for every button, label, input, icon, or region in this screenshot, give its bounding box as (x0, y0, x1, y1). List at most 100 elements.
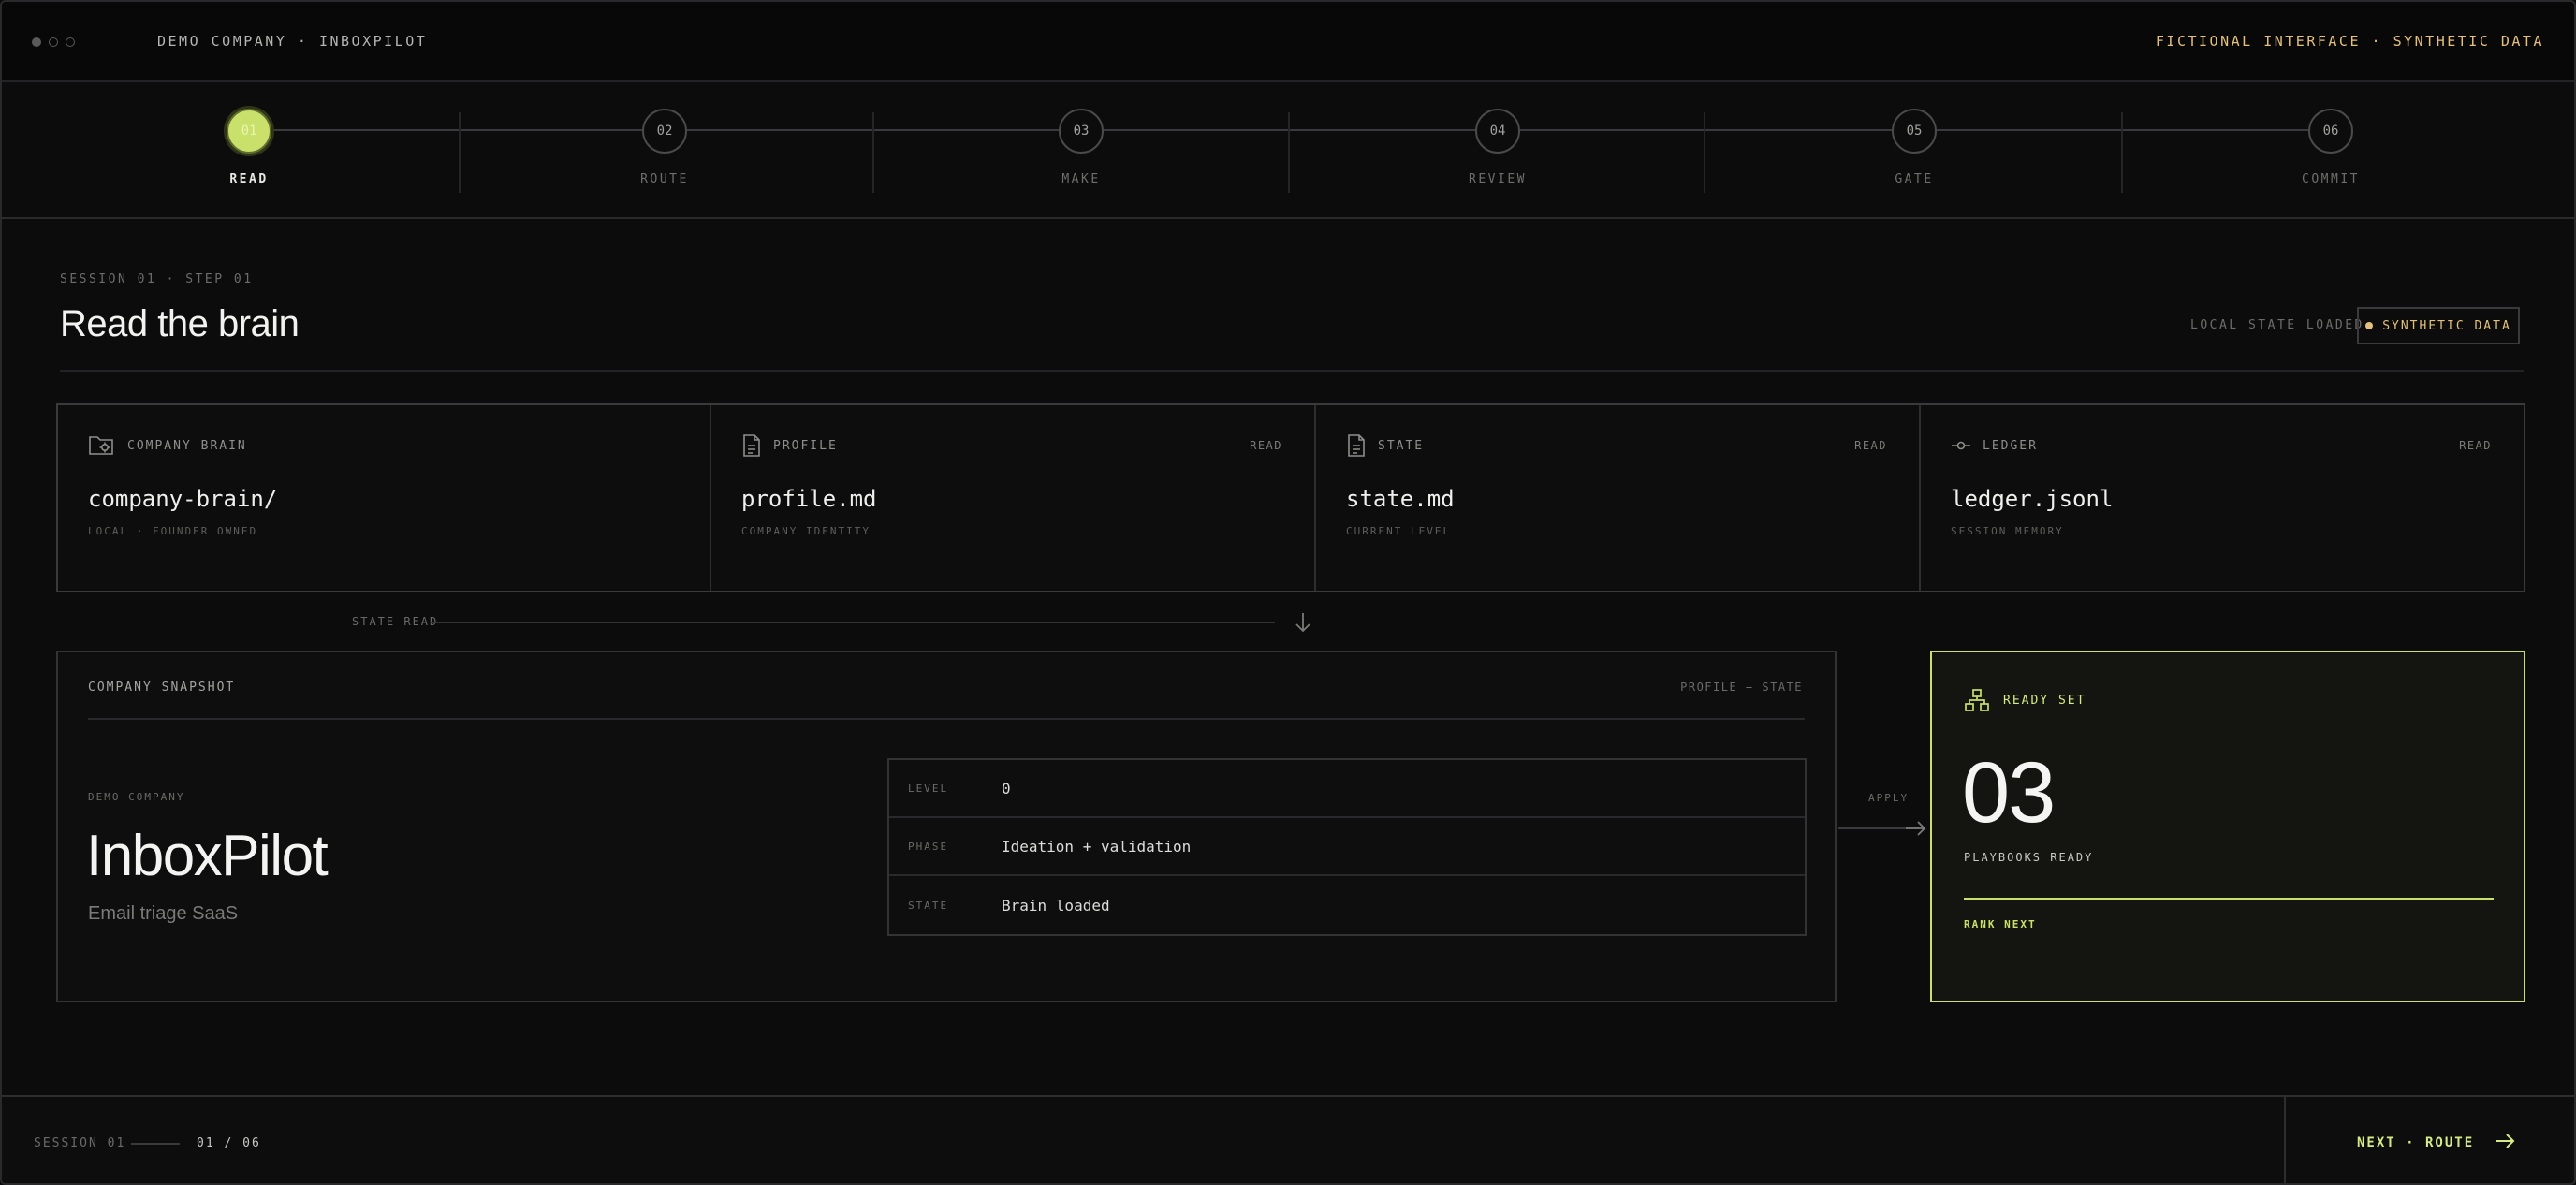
step-make[interactable]: 03 MAKE (988, 109, 1175, 186)
card-label: PROFILE (773, 438, 838, 453)
step-number: 02 (642, 109, 687, 154)
field-key: LEVEL (908, 782, 949, 795)
hierarchy-icon (1964, 688, 1990, 712)
step-gate[interactable]: 05 GATE (1821, 109, 2008, 186)
field-row-level: LEVEL 0 (889, 760, 1805, 818)
read-status: READ (1854, 439, 1887, 452)
session-label: SESSION 01 (34, 1136, 126, 1150)
step-counter: 01 / 06 (197, 1136, 261, 1150)
breadcrumb: SESSION 01 · STEP 01 (60, 272, 254, 286)
step-read[interactable]: 01 READ (155, 109, 343, 186)
field-key: STATE (908, 899, 949, 912)
step-divider (2121, 112, 2123, 193)
load-status: LOCAL STATE LOADED (2190, 318, 2364, 332)
synthetic-data-badge: SYNTHETIC DATA (2357, 307, 2520, 344)
ready-set-panel[interactable]: READY SET 03 PLAYBOOKS READY RANK NEXT (1930, 651, 2525, 1002)
step-divider (872, 112, 874, 193)
next-button-label: NEXT · ROUTE (2357, 1135, 2475, 1150)
step-review[interactable]: 04 REVIEW (1404, 109, 1591, 186)
field-key: PHASE (908, 840, 949, 853)
step-number: 01 (227, 109, 271, 154)
next-route-button[interactable]: NEXT · ROUTE (2284, 1097, 2574, 1183)
step-label: REVIEW (1469, 172, 1527, 186)
card-subtitle: CURRENT LEVEL (1346, 525, 1452, 537)
card-subtitle: SESSION MEMORY (1951, 525, 2064, 537)
window-dot-minimize[interactable] (49, 37, 58, 47)
snapshot-divider (88, 718, 1805, 720)
card-ledger[interactable]: LEDGER READ ledger.jsonl SESSION MEMORY (1921, 405, 2524, 591)
ready-title: READY SET (2003, 693, 2086, 708)
snapshot-title: COMPANY SNAPSHOT (88, 680, 236, 695)
commit-icon (1951, 433, 1971, 458)
document-icon (741, 433, 762, 458)
page-title: Read the brain (60, 303, 300, 344)
document-icon (1346, 433, 1367, 458)
company-label: DEMO COMPANY (88, 791, 185, 803)
step-divider (1288, 112, 1290, 193)
field-value: 0 (1002, 779, 1011, 797)
source-cards: COMPANY BRAIN company-brain/ LOCAL · FOU… (56, 403, 2525, 592)
card-label: LEDGER (1983, 438, 2038, 453)
step-label: MAKE (1061, 172, 1101, 186)
step-track (249, 129, 2331, 131)
arrow-right-icon (1904, 818, 1928, 843)
window-controls (32, 37, 75, 47)
step-number: 05 (1892, 109, 1937, 154)
arrow-right-icon (2495, 1131, 2517, 1155)
field-row-state: STATE Brain loaded (889, 876, 1805, 934)
card-file: profile.md (741, 486, 877, 512)
step-commit[interactable]: 06 COMMIT (2237, 109, 2424, 186)
field-value: Ideation + validation (1002, 837, 1192, 856)
card-state[interactable]: STATE READ state.md CURRENT LEVEL (1316, 405, 1921, 591)
read-status: READ (2459, 439, 2492, 452)
ready-count: 03 (1962, 745, 2056, 841)
state-read-label: STATE READ (352, 615, 439, 628)
read-status: READ (1250, 439, 1282, 452)
card-subtitle: LOCAL · FOUNDER OWNED (88, 525, 258, 537)
snapshot-source: PROFILE + STATE (1680, 680, 1803, 694)
step-divider (459, 112, 461, 193)
card-profile[interactable]: PROFILE READ profile.md COMPANY IDENTITY (711, 405, 1316, 591)
company-tagline: Email triage SaaS (88, 903, 239, 924)
step-label: GATE (1895, 172, 1934, 186)
company-fields: LEVEL 0 PHASE Ideation + validation STAT… (887, 758, 1807, 936)
card-label: COMPANY BRAIN (127, 438, 247, 453)
field-row-phase: PHASE Ideation + validation (889, 818, 1805, 876)
card-label: STATE (1378, 438, 1425, 453)
window-dot-maximize[interactable] (66, 37, 75, 47)
rank-next-link[interactable]: RANK NEXT (1964, 918, 2037, 930)
header-divider (60, 370, 2524, 372)
step-progress: 01 READ 02 ROUTE 03 MAKE 04 REVIEW 05 GA… (2, 84, 2574, 219)
connector-line (431, 622, 1275, 623)
status-dot-icon (2365, 322, 2374, 329)
step-number: 04 (1475, 109, 1520, 154)
title-bar: DEMO COMPANY · INBOXPILOT FICTIONAL INTE… (2, 2, 2574, 82)
app-title: DEMO COMPANY · INBOXPILOT (157, 33, 428, 50)
card-subtitle: COMPANY IDENTITY (741, 525, 871, 537)
company-name: InboxPilot (86, 824, 329, 888)
card-file: state.md (1346, 486, 1455, 512)
step-route[interactable]: 02 ROUTE (571, 109, 758, 186)
step-label: ROUTE (640, 172, 689, 186)
step-number: 03 (1059, 109, 1104, 154)
ready-subtitle: PLAYBOOKS READY (1964, 851, 2094, 864)
card-file: ledger.jsonl (1951, 486, 2114, 512)
badge-label: SYNTHETIC DATA (2382, 318, 2511, 333)
apply-label: APPLY (1868, 792, 1910, 804)
company-snapshot: COMPANY SNAPSHOT PROFILE + STATE DEMO CO… (56, 651, 1837, 1002)
arrow-down-icon (1292, 610, 1314, 639)
folder-gear-icon (88, 433, 116, 458)
step-label: READ (229, 172, 269, 186)
field-value: Brain loaded (1002, 896, 1110, 914)
card-company-brain[interactable]: COMPANY BRAIN company-brain/ LOCAL · FOU… (58, 405, 711, 591)
footer-bar: SESSION 01 01 / 06 NEXT · ROUTE (2, 1095, 2574, 1183)
step-divider (1704, 112, 1705, 193)
step-label: COMMIT (2302, 172, 2360, 186)
card-file: company-brain/ (88, 486, 278, 512)
window-dot-close[interactable] (32, 37, 41, 47)
footer-divider (131, 1143, 180, 1145)
fictional-notice: FICTIONAL INTERFACE · SYNTHETIC DATA (2155, 33, 2544, 50)
app-window: DEMO COMPANY · INBOXPILOT FICTIONAL INTE… (0, 0, 2576, 1185)
ready-divider (1964, 898, 2494, 900)
step-number: 06 (2308, 109, 2353, 154)
